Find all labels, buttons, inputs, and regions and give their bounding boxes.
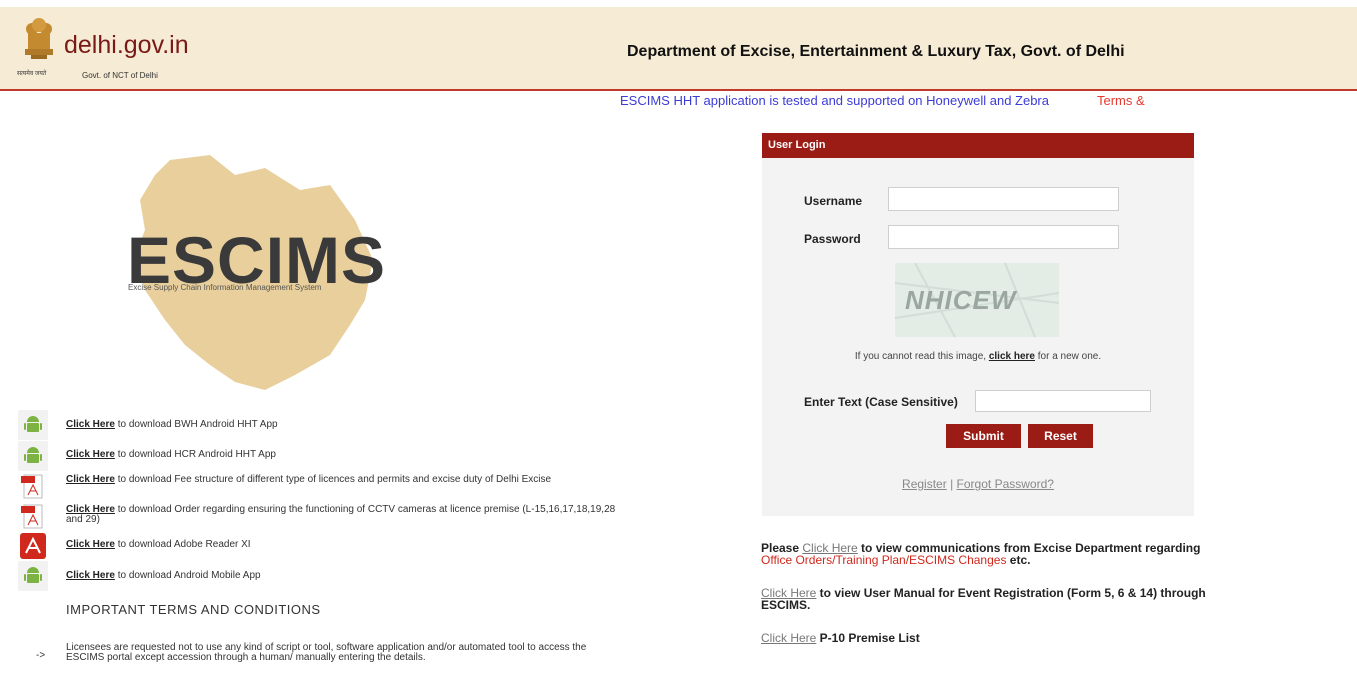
note-text: P-10 Premise List	[816, 631, 920, 645]
pdf-icon	[21, 504, 43, 529]
download-link-adobe[interactable]: Click Here	[66, 539, 115, 550]
department-title: Department of Excise, Entertainment & Lu…	[627, 43, 1125, 60]
captcha-text: NHICEW	[905, 285, 1017, 315]
note-text: to view User Manual for Event Registrati…	[761, 586, 1206, 612]
password-input[interactable]	[888, 225, 1119, 249]
register-link[interactable]: Register	[902, 477, 947, 491]
office-orders-text: Office Orders/Training Plan/ESCIMS Chang…	[761, 553, 1007, 567]
note-text: etc.	[1006, 553, 1031, 567]
refresh-captcha-link[interactable]: click here	[989, 351, 1035, 362]
govt-subtitle: Govt. of NCT of Delhi	[82, 71, 158, 80]
download-link-android-mobile[interactable]: Click Here	[66, 570, 115, 581]
forgot-password-link[interactable]: Forgot Password?	[957, 477, 1054, 491]
android-icon	[18, 410, 48, 440]
site-header: delhi.gov.in सत्यमेव जयते Govt. of NCT o…	[0, 7, 1357, 91]
terms-item: Licensees are requested not to use any k…	[66, 642, 587, 663]
hint-prefix: If you cannot read this image,	[854, 351, 989, 362]
link-separator: |	[950, 477, 954, 491]
captcha-image: NHICEW	[895, 263, 1059, 337]
national-emblem-icon	[25, 18, 53, 59]
download-link-bwh[interactable]: Click Here	[66, 419, 115, 430]
download-desc: to download Order regarding ensuring the…	[66, 504, 616, 525]
android-icon	[18, 441, 48, 471]
submit-button[interactable]: Submit	[946, 424, 1021, 448]
android-icon	[18, 561, 48, 591]
download-link-hcr[interactable]: Click Here	[66, 449, 115, 460]
captcha-label: Enter Text (Case Sensitive)	[804, 395, 958, 409]
terms-heading: IMPORTANT TERMS AND CONDITIONS	[66, 602, 321, 617]
ticker-message: ESCIMS HHT application is tested and sup…	[620, 93, 1049, 108]
arrow-icon: ->	[36, 650, 46, 661]
captcha-hint: If you cannot read this image, click her…	[762, 351, 1194, 362]
news-ticker: ESCIMS HHT application is tested and sup…	[620, 93, 1216, 109]
download-desc: to download Android Mobile App	[114, 570, 261, 581]
login-panel: User Login Username Password NHICEW If y…	[762, 133, 1194, 516]
login-links: Register | Forgot Password?	[762, 477, 1194, 491]
communications-note: Please Click Here to view communications…	[761, 542, 1231, 566]
premise-list-link[interactable]: Click Here	[761, 631, 816, 645]
pdf-icon	[21, 474, 43, 499]
user-manual-note: Click Here to view User Manual for Event…	[761, 587, 1231, 611]
password-label: Password	[804, 232, 861, 246]
download-desc: to download Adobe Reader XI	[114, 539, 251, 550]
username-label: Username	[804, 194, 863, 208]
emblem-motto: सत्यमेव जयते	[17, 71, 47, 77]
hint-suffix: for a new one.	[1034, 351, 1102, 362]
reset-button[interactable]: Reset	[1028, 424, 1093, 448]
escims-logo-subtitle: Excise Supply Chain Information Manageme…	[128, 283, 322, 292]
premise-list-note: Click Here P-10 Premise List	[761, 632, 1231, 644]
download-desc: to download BWH Android HHT App	[114, 419, 278, 430]
download-desc: to download Fee structure of different t…	[114, 474, 552, 485]
ticker-terms[interactable]: Terms &	[1097, 93, 1145, 108]
site-name[interactable]: delhi.gov.in	[64, 31, 189, 60]
adobe-reader-icon	[20, 533, 46, 559]
download-link-fee-structure[interactable]: Click Here	[66, 474, 115, 485]
login-heading: User Login	[762, 133, 1194, 158]
username-input[interactable]	[888, 187, 1119, 211]
captcha-input[interactable]	[975, 390, 1151, 412]
download-desc: to download HCR Android HHT App	[114, 449, 276, 460]
